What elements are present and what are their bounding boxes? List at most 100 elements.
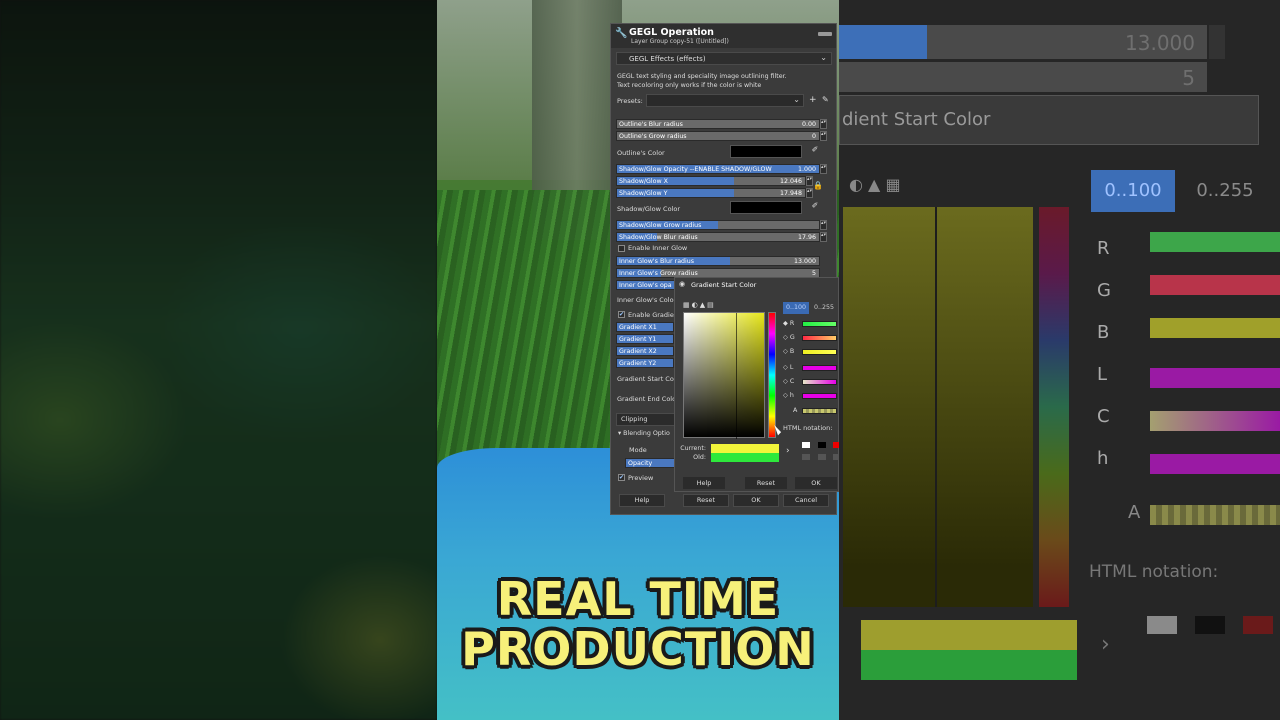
shadow-opacity-spin[interactable]: ▴▾ <box>820 164 827 174</box>
inner-opacity-slider[interactable]: Inner Glow's opa <box>616 280 676 290</box>
history-swatch-gray-1[interactable] <box>802 454 810 460</box>
shadow-grow-slider[interactable]: Shadow/Glow Grow radius <box>616 220 820 230</box>
bg-bar-g <box>1150 275 1280 295</box>
color-selector-icons[interactable]: ▦◐▲▤ <box>683 301 716 309</box>
history-swatch-black[interactable] <box>818 442 826 448</box>
ok-button[interactable]: OK <box>733 494 779 507</box>
channel-a-slider[interactable] <box>802 408 837 414</box>
channel-b-slider[interactable] <box>802 349 837 355</box>
inner-blur-label: Inner Glow's Blur radius <box>619 258 695 265</box>
shadow-color-swatch[interactable] <box>730 201 802 214</box>
presets-combo[interactable]: ⌄ <box>646 94 804 107</box>
shadow-x-value: 12.046 <box>779 178 802 185</box>
hue-strip[interactable] <box>768 312 776 438</box>
reset-button[interactable]: Reset <box>683 494 729 507</box>
cancel-button[interactable]: Cancel <box>783 494 829 507</box>
bg-channel-g: G <box>1097 280 1111 301</box>
preview-label: Preview <box>628 474 654 482</box>
gradient-end-color-label: Gradient End Colo <box>617 395 677 403</box>
channel-r: R <box>789 320 795 327</box>
channel-g: G <box>789 334 795 341</box>
channel-r-slider[interactable] <box>802 321 837 327</box>
history-swatch-gray-3[interactable] <box>833 454 839 460</box>
preview-checkbox[interactable]: ✔ <box>618 474 625 481</box>
bg-bar-c <box>1150 411 1280 431</box>
chevron-right-icon[interactable]: › <box>786 446 790 456</box>
gradient-x1-slider[interactable]: Gradient X1 <box>616 322 674 332</box>
bg-channel-c: C <box>1097 406 1110 427</box>
shadow-grow-spin[interactable]: ▴▾ <box>820 220 827 230</box>
outline-blur-slider[interactable]: Outline's Blur radius 0.00 <box>616 119 820 129</box>
clipping-combo[interactable]: Clipping <box>616 413 676 426</box>
outline-blur-label: Outline's Blur radius <box>619 121 683 128</box>
bg-title-text: dient Start Color <box>842 109 991 130</box>
dialog-subtitle: Layer Group copy-51 ([Untitled]) <box>631 38 729 45</box>
shadow-x-spin[interactable]: ▴▾ <box>806 176 813 186</box>
shadow-y-spin[interactable]: ▴▾ <box>806 188 813 198</box>
old-color-swatch <box>711 453 779 462</box>
effect-dropdown[interactable]: GEGL Effects (effects) ⌄ <box>616 52 832 65</box>
lock-icon[interactable]: 🔒 <box>813 181 823 190</box>
history-swatch-white[interactable] <box>802 442 810 448</box>
description-line1: GEGL text styling and speciality image o… <box>617 73 787 80</box>
blending-options-expander[interactable]: ▾ Blending Optio <box>618 430 670 437</box>
channel-c-slider[interactable] <box>802 379 837 385</box>
bg-slider-fill <box>839 25 927 59</box>
saturation-value-field[interactable] <box>683 312 765 439</box>
add-preset-button[interactable]: + <box>809 95 817 105</box>
pin-icon[interactable]: ✎ <box>822 95 829 104</box>
shadow-y-slider[interactable]: Shadow/Glow Y 17.948 <box>616 188 806 198</box>
gradient-y1-label: Gradient Y1 <box>619 336 657 343</box>
shadow-x-slider[interactable]: Shadow/Glow X 12.046 <box>616 176 806 186</box>
bg-bar-b <box>1150 318 1280 338</box>
current-color-swatch <box>711 444 779 453</box>
gradient-y2-slider[interactable]: Gradient Y2 <box>616 358 674 368</box>
shadow-blur-spin[interactable]: ▴▾ <box>820 232 827 242</box>
help-button[interactable]: Help <box>619 494 665 507</box>
channel-l: L <box>789 364 794 371</box>
shadow-blur-slider[interactable]: Shadow/Glow Blur radius 17.96 <box>616 232 820 242</box>
bg-channel-a: A <box>1128 502 1141 523</box>
tab-0-100[interactable]: 0..100 <box>783 302 809 314</box>
eyedropper-icon[interactable]: ✐ <box>809 201 821 214</box>
chevron-down-icon: ⌄ <box>793 95 800 104</box>
shadow-opacity-label: Shadow/Glow Opacity --ENABLE SHADOW/GLOW <box>619 166 772 173</box>
enable-gradient-checkbox[interactable]: ✔ <box>618 311 625 318</box>
outline-color-swatch[interactable] <box>730 145 802 158</box>
outline-grow-slider[interactable]: Outline's Grow radius 0 <box>616 131 820 141</box>
history-swatch-red[interactable] <box>833 442 839 448</box>
gradient-x2-slider[interactable]: Gradient X2 <box>616 346 674 356</box>
eyedropper-icon[interactable]: ✐ <box>809 145 821 158</box>
bg-history-black <box>1195 616 1225 634</box>
inner-blur-slider[interactable]: Inner Glow's Blur radius 13.000 <box>616 256 820 266</box>
inner-opacity-label: Inner Glow's opa <box>619 282 672 289</box>
picker-help-button[interactable]: Help <box>683 477 725 489</box>
dialog-menu-icon[interactable] <box>818 32 832 36</box>
old-label: Old: <box>693 454 706 461</box>
bg-tab-0-255: 0..255 <box>1196 180 1254 201</box>
bg-bar-r <box>1150 232 1280 252</box>
opacity-slider[interactable]: Opacity <box>625 458 675 468</box>
bg-channel-l: L <box>1097 364 1108 385</box>
channel-h-slider[interactable] <box>802 393 837 399</box>
shadow-color-label: Shadow/Glow Color <box>617 205 681 213</box>
bg-picker-title: dient Start Color <box>839 95 1259 145</box>
bg-hue-strip <box>1039 207 1069 607</box>
enable-gradient-label: Enable Gradien <box>628 311 678 319</box>
channel-g-slider[interactable] <box>802 335 837 341</box>
description-line2: Text recoloring only works if the color … <box>617 82 762 89</box>
outline-blur-spin[interactable]: ▴▾ <box>820 119 827 129</box>
history-swatch-gray-2[interactable] <box>818 454 826 460</box>
channel-c-label: ◇ C <box>783 378 795 385</box>
current-label: Current: <box>680 445 706 452</box>
picker-reset-button[interactable]: Reset <box>745 477 787 489</box>
outline-grow-spin[interactable]: ▴▾ <box>820 131 827 141</box>
picker-ok-button[interactable]: OK <box>795 477 837 489</box>
enable-inner-glow-checkbox[interactable] <box>618 245 625 252</box>
blurred-background-right: 13.000 5 dient Start Color 0..100 0..255… <box>839 0 1280 720</box>
gradient-y1-slider[interactable]: Gradient Y1 <box>616 334 674 344</box>
tab-0-255[interactable]: 0..255 <box>811 302 837 314</box>
shadow-opacity-slider[interactable]: Shadow/Glow Opacity --ENABLE SHADOW/GLOW… <box>616 164 820 174</box>
outline-color-label: Outline's Color <box>617 149 665 157</box>
channel-l-slider[interactable] <box>802 365 837 371</box>
